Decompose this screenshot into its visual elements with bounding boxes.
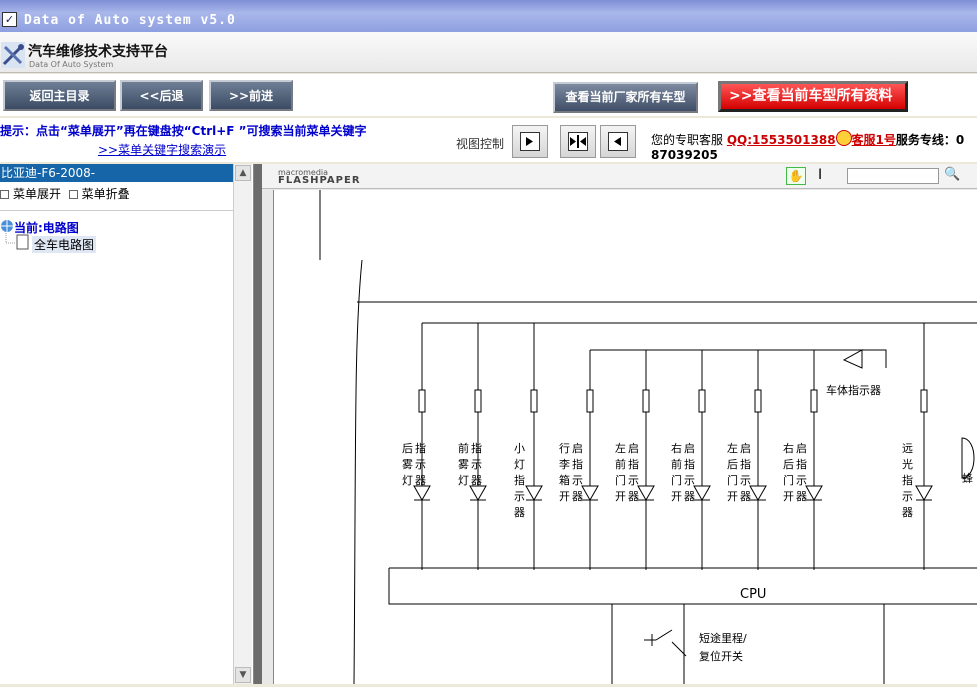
sidebar-scrollbar[interactable]: ▲ ▼ [233,164,252,684]
all-data-label: 查看当前车型所有资料 [752,88,893,104]
indicator-label-9: 蜂 [962,471,973,485]
document-page: 车体指示器 CPU 短途里程/ 复位开关 后雾灯指示器 前雾灯指示器 小灯指示器 行李… [273,190,977,685]
tools-logo-icon [1,42,25,68]
viewer-toolbar: macromedia FLASHPAPER ✋ I 🔍 [262,164,977,189]
hotline-label: 服务专线：0 [895,133,965,147]
globe-icon [1,220,13,232]
circuit-diagram: 车体指示器 CPU 短途里程/ 复位开关 后雾灯指示器 前雾灯指示器 小灯指示器 行李… [319,190,977,685]
tree-connector-icon [5,233,29,250]
switch-label-line2: 复位开关 [699,649,743,663]
indicator-label-5: 右前门开启指示器 [671,441,695,503]
indicator-label-4: 左前门开启指示器 [615,442,639,503]
body-indicator-label: 车体指示器 [826,383,881,397]
app-header: 汽车维修技术支持平台 Data Of Auto System [0,32,977,73]
forward-button[interactable]: >>前进 [209,80,293,111]
splitter-bar[interactable] [254,164,262,684]
arrow-right-icon [520,132,540,151]
all-models-button[interactable]: 查看当前厂家所有车型 [553,82,698,113]
qq-avatar-icon [835,130,852,146]
tip-row: 提示：点击“菜单展开”再在键盘按“Ctrl+F ”可搜索当前菜单关键字 >>菜单… [0,118,977,162]
collapse-square-icon [68,190,78,199]
flashpaper-logo: macromedia FLASHPAPER [278,169,361,186]
search-tip-text: 提示：点击“菜单展开”再在键盘按“Ctrl+F ”可搜索当前菜单关键字 [0,124,367,138]
text-select-icon[interactable]: I [818,167,822,183]
sidebar-divider [0,210,233,211]
view-control-label: 视图控制 [456,137,505,151]
sidebar-tree: 比亚迪-F6-2008- ▲ ▼ 菜单展开 菜单折叠 当前:电路图 全车电路图 [0,164,254,684]
tree-item-full-wiring[interactable]: 全车电路图 [32,236,97,253]
platform-title: 汽车维修技术支持平台 [28,44,168,60]
indicator-label-2: 小灯指示器 [514,442,525,519]
indicator-label-3: 行李箱开启指示器 [559,442,583,503]
search-magnifier-icon[interactable]: 🔍 [944,167,960,182]
hotline-number: 87039205 [651,148,718,162]
flashpaper-viewer: macromedia FLASHPAPER ✋ I 🔍 车体指示器 CPU 短途… [254,164,977,685]
indicator-label-1: 前雾灯指示器 [458,441,482,487]
indicator-label-0: 后雾灯指示器 [402,441,426,487]
indicator-labels: 后雾灯指示器 前雾灯指示器 小灯指示器 行李箱开启指示器 左前门开启指示器 右前门开启指示… [402,441,973,519]
scroll-up-icon[interactable]: ▲ [235,165,251,181]
indicator-label-6: 左后门开启指示器 [727,442,751,503]
car-model-selected[interactable]: 比亚迪-F6-2008- [0,164,233,182]
nav-toolbar: 返回主目录 <<后退 >>前进 查看当前厂家所有车型 >>查看当前车型所有资料 [0,74,977,116]
viewer-search-input[interactable] [847,168,939,184]
qq-link[interactable]: QQ:1553501388 [727,133,836,147]
kefu-link[interactable]: 客服1号 [852,133,896,147]
search-demo-link[interactable]: >>菜单关键字搜索演示 [98,141,226,158]
indicator-label-8: 远光指示器 [902,442,913,519]
scroll-down-icon[interactable]: ▼ [235,667,251,683]
window-title-bar: ✓ Data of Auto system v5.0 [0,0,977,32]
home-button[interactable]: 返回主目录 [3,80,116,111]
app-icon: ✓ [2,12,17,27]
back-button[interactable]: <<后退 [120,80,203,111]
window-title: Data of Auto system v5.0 [24,13,236,28]
view-expand-right-button[interactable] [512,125,548,158]
menu-expand-link[interactable]: 菜单展开 [13,187,61,201]
switch-label-line1: 短途里程/ [699,631,747,645]
indicator-label-7: 右后门开启指示器 [783,441,807,503]
all-data-prefix: >> [729,88,753,104]
view-split-button[interactable] [560,125,596,158]
expand-square-icon [0,190,9,199]
view-expand-left-button[interactable] [600,125,636,158]
cpu-label: CPU [740,587,766,602]
arrow-left-icon [608,132,628,151]
menu-options: 菜单展开 菜单折叠 [0,185,130,202]
hand-tool-icon[interactable]: ✋ [786,167,806,185]
menu-collapse-link[interactable]: 菜单折叠 [82,187,130,201]
arrows-inward-icon [568,132,588,151]
platform-subtitle: Data Of Auto System [29,60,114,69]
flashpaper-logo-bottom: FLASHPAPER [278,175,361,186]
all-data-button[interactable]: >>查看当前车型所有资料 [718,81,908,112]
service-label: 您的专职客服 [651,133,724,147]
service-info: 您的专职客服 QQ:1553501388 客服1号服务专线：0 [651,130,964,148]
